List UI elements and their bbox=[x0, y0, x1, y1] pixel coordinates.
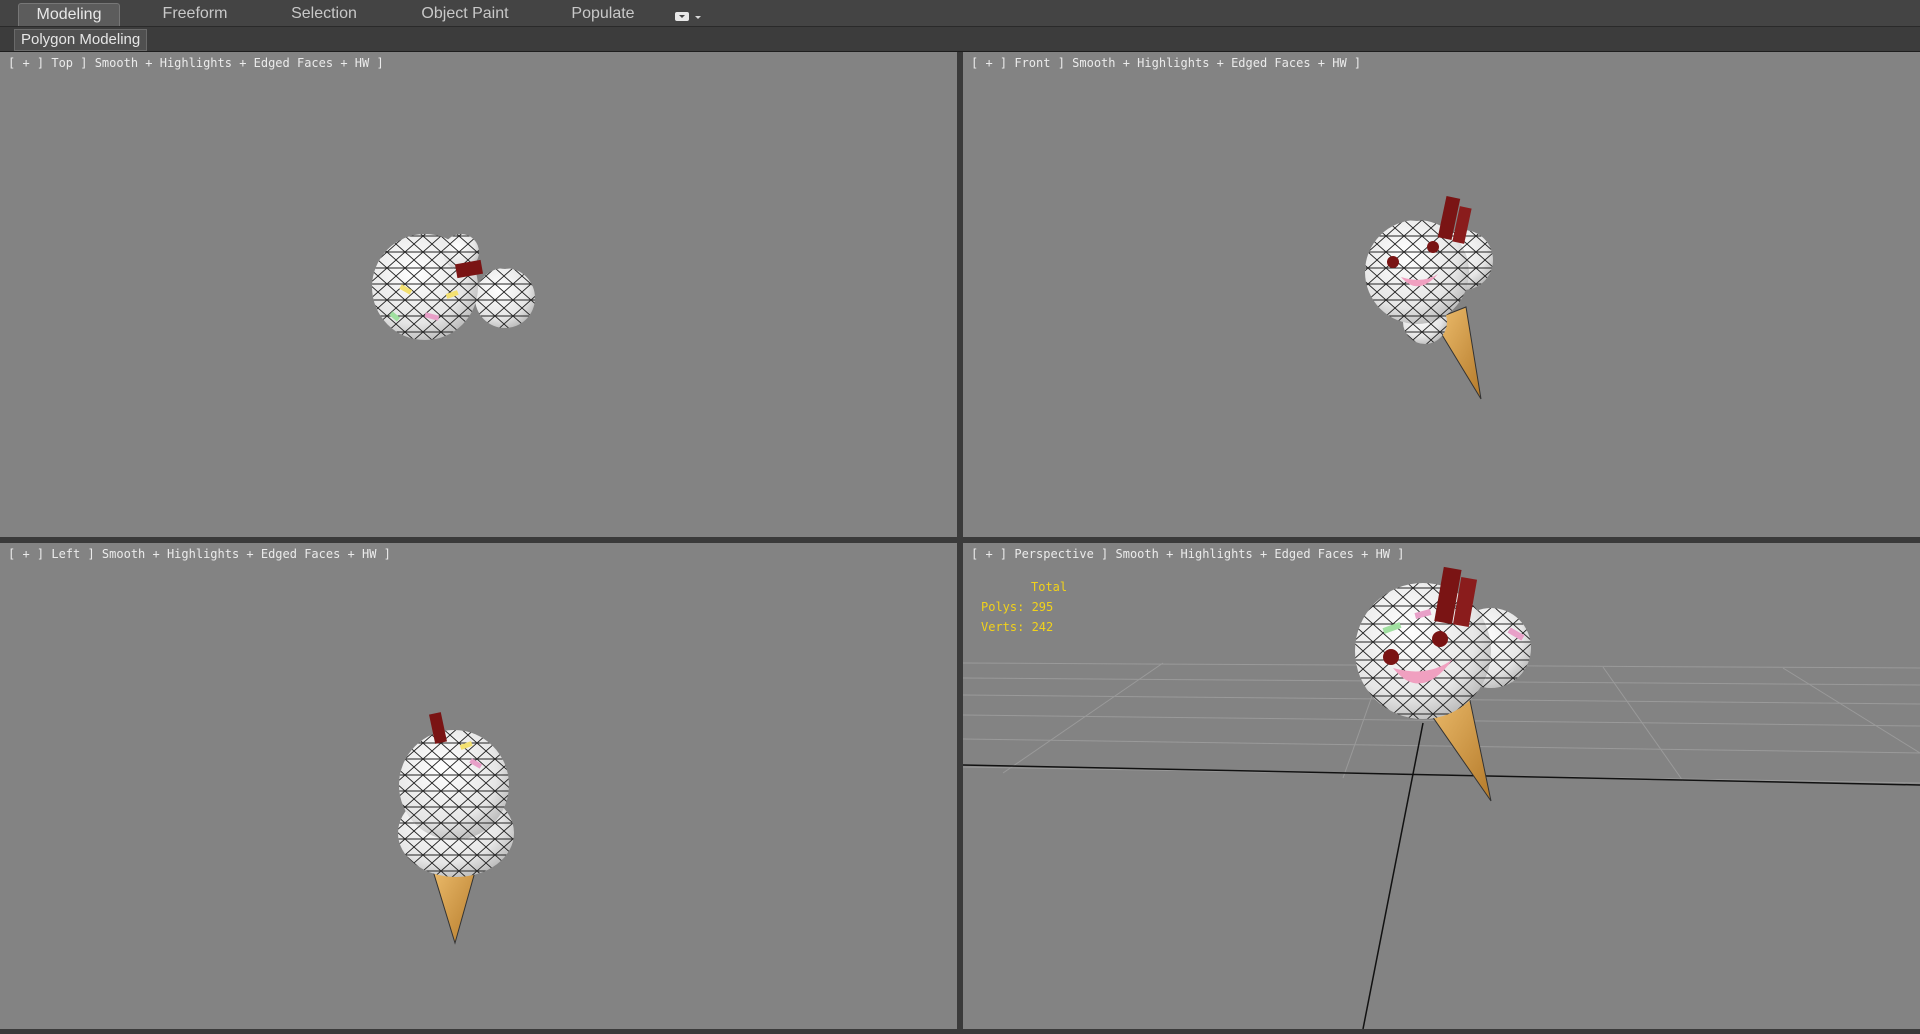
ribbon-panel-row: Polygon Modeling bbox=[0, 27, 1920, 52]
grid-y-axis bbox=[1362, 722, 1424, 1029]
viewport-perspective[interactable]: [ + ] Perspective ] Smooth + Highlights … bbox=[963, 543, 1920, 1029]
viewport-front[interactable]: [ + ] Front ] Smooth + Highlights + Edge… bbox=[963, 52, 1920, 537]
ribbon-tab-bar: Modeling Freeform Selection Object Paint… bbox=[0, 0, 1920, 27]
bottom-status-strip bbox=[0, 1029, 1920, 1034]
tab-freeform[interactable]: Freeform bbox=[145, 3, 245, 25]
viewport-top[interactable]: [ + ] Top ] Smooth + Highlights + Edged … bbox=[0, 52, 957, 537]
tab-populate[interactable]: Populate bbox=[555, 3, 651, 25]
ribbon-options-icon[interactable] bbox=[673, 8, 703, 21]
left-view-model bbox=[398, 712, 514, 945]
grid-x-axis bbox=[963, 764, 1920, 786]
front-view-model bbox=[1365, 196, 1493, 400]
viewport-left[interactable]: [ + ] Left ] Smooth + Highlights + Edged… bbox=[0, 543, 957, 1029]
perspective-view-model bbox=[963, 566, 1920, 1029]
polygon-modeling-panel[interactable]: Polygon Modeling bbox=[14, 29, 148, 51]
top-view-model bbox=[372, 234, 535, 340]
tab-selection[interactable]: Selection bbox=[272, 3, 376, 25]
tab-modeling[interactable]: Modeling bbox=[18, 3, 120, 26]
tab-object-paint[interactable]: Object Paint bbox=[405, 3, 525, 25]
